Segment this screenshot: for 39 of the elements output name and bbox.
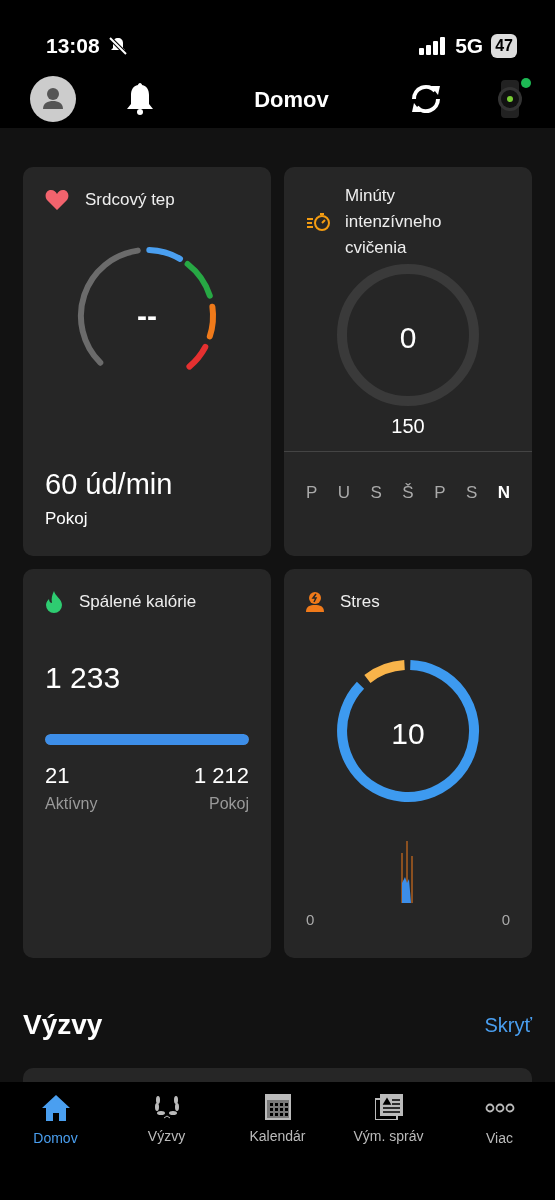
- heart-rate-card[interactable]: Srdcový tep -- 60 úd/min Pokoj: [23, 167, 271, 556]
- resting-calories: 1 212: [193, 761, 249, 790]
- battery-level: 47: [491, 34, 517, 58]
- calories-card[interactable]: Spálené kalórie 1 233 21 1 212 Aktívny Pokoj: [23, 569, 271, 958]
- tab-bar-item[interactable]: Viac: [444, 1094, 555, 1200]
- stress-card[interactable]: Stres 10 0 0: [284, 569, 532, 958]
- card-title: Srdcový tep: [85, 189, 175, 211]
- resting-heart-rate: 60 úd/min: [45, 466, 174, 502]
- goal-value: 150: [391, 415, 425, 437]
- axis-label: 0: [306, 909, 315, 930]
- weekday-label[interactable]: U: [337, 480, 351, 506]
- resting-label: Pokoj: [45, 508, 89, 530]
- stress-value: 10: [391, 715, 425, 752]
- section-title: Výzvy: [23, 1008, 103, 1042]
- screen-title: Domov: [253, 85, 330, 114]
- tab-bar-item[interactable]: Kalendár: [222, 1094, 333, 1200]
- heart-rate-value: --: [137, 297, 157, 334]
- weekday-label[interactable]: Š: [402, 480, 414, 506]
- card-title: Minúty intenzívneho cvičenia: [345, 185, 443, 259]
- tab-bar-item[interactable]: Vým. správ: [333, 1094, 444, 1200]
- weekday-label[interactable]: P: [306, 480, 318, 506]
- network-type: 5G: [455, 33, 484, 60]
- hide-link[interactable]: Skryť: [484, 1010, 532, 1040]
- card-title: Spálené kalórie: [79, 591, 197, 613]
- active-label: Aktívny: [45, 793, 98, 814]
- card-title: Stres: [340, 591, 380, 613]
- intensity-minutes-card[interactable]: Minúty intenzívneho cvičenia 0 150 P U S Š P S N: [284, 167, 532, 556]
- active-calories: 21: [45, 761, 70, 790]
- calories-value: 1 233: [45, 659, 122, 696]
- intensity-minutes-value: 0: [399, 320, 417, 356]
- tab-bar-item[interactable]: Domov: [0, 1094, 111, 1200]
- weekday-label[interactable]: N: [497, 480, 510, 506]
- weekday-label[interactable]: S: [370, 480, 382, 506]
- clock-time: 13:08: [46, 33, 100, 60]
- resting-label: Pokoj: [208, 793, 249, 814]
- tab-bar-item[interactable]: Výzvy: [111, 1094, 222, 1200]
- weekday-label[interactable]: S: [465, 480, 478, 506]
- axis-label: 0: [501, 909, 510, 930]
- weekday-label[interactable]: P: [434, 480, 446, 506]
